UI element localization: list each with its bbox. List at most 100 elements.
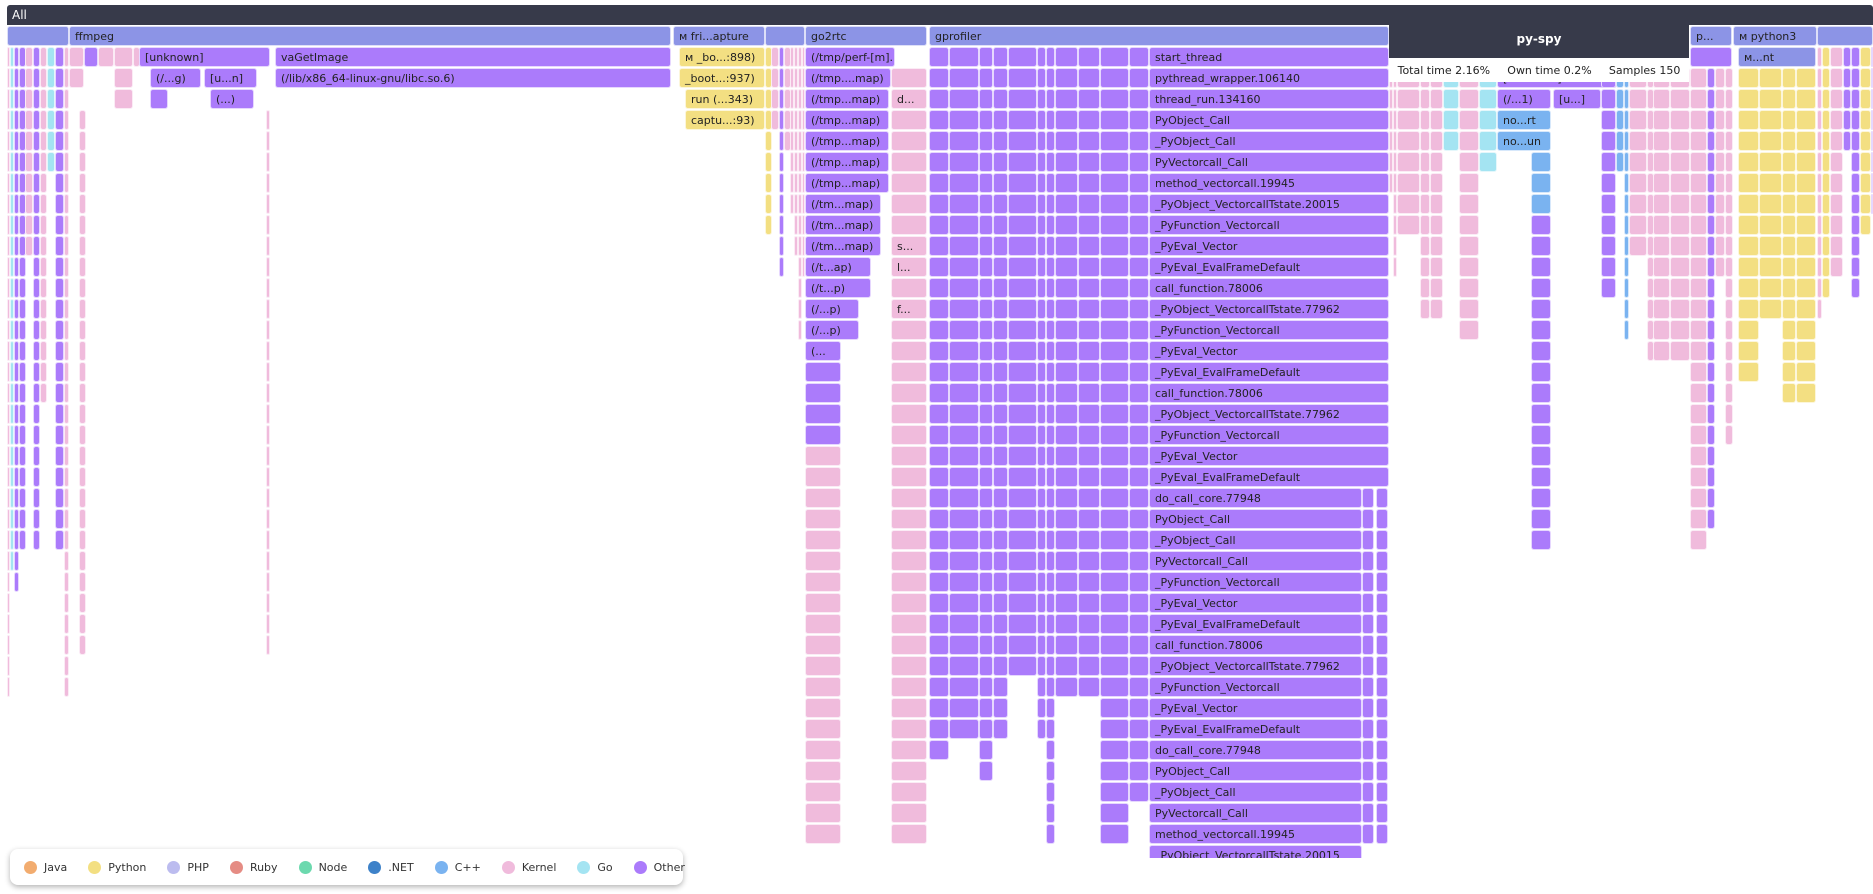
- flame-frame[interactable]: [1725, 320, 1733, 340]
- flame-frame[interactable]: [7, 635, 10, 655]
- flame-frame[interactable]: [993, 173, 1008, 193]
- flame-frame[interactable]: [1851, 215, 1860, 235]
- flame-frame[interactable]: [1046, 446, 1055, 466]
- flame-frame[interactable]: [949, 194, 979, 214]
- flame-frame[interactable]: [1055, 677, 1078, 697]
- flame-frame[interactable]: [1046, 404, 1055, 424]
- flame-frame[interactable]: [1759, 278, 1782, 298]
- flame-frame[interactable]: [1479, 131, 1497, 151]
- flame-frame[interactable]: [805, 761, 841, 781]
- flame-frame[interactable]: [979, 656, 993, 676]
- flame-frame[interactable]: [1046, 194, 1055, 214]
- flame-frame[interactable]: [1851, 110, 1860, 130]
- flame-frame[interactable]: [979, 446, 993, 466]
- flame-frame[interactable]: [1055, 383, 1078, 403]
- flame-frame[interactable]: [40, 152, 47, 172]
- flame-frame[interactable]: [891, 404, 927, 424]
- flame-frame[interactable]: [19, 341, 26, 361]
- flame-frame[interactable]: [1851, 194, 1860, 214]
- flame-frame[interactable]: [949, 698, 979, 718]
- flame-frame[interactable]: [1129, 278, 1149, 298]
- frame-go2rtc-stack[interactable]: (/tm...map): [805, 215, 881, 235]
- flame-frame[interactable]: [1830, 47, 1843, 67]
- flame-frame[interactable]: [1037, 404, 1046, 424]
- flame-frame[interactable]: [33, 299, 40, 319]
- frame-gprofiler-stack[interactable]: PyVectorcall_Call: [1149, 803, 1362, 823]
- flame-frame[interactable]: [1531, 425, 1551, 445]
- flame-frame[interactable]: [1860, 194, 1871, 214]
- flame-frame[interactable]: [1443, 110, 1459, 130]
- frame-gprofiler-stack[interactable]: _PyObject_VectorcallTstate.77962: [1149, 299, 1389, 319]
- flame-frame[interactable]: [1601, 173, 1616, 193]
- flame-frame[interactable]: [1851, 257, 1860, 277]
- flame-frame[interactable]: [7, 593, 10, 613]
- flame-frame[interactable]: [1459, 215, 1479, 235]
- flame-frame[interactable]: [1037, 488, 1046, 508]
- flame-frame[interactable]: [1100, 740, 1129, 760]
- flame-frame[interactable]: [79, 236, 86, 256]
- flame-frame[interactable]: [1078, 47, 1100, 67]
- flame-frame[interactable]: [1860, 89, 1871, 109]
- flame-frame[interactable]: [1653, 215, 1670, 235]
- frame-gprofiler-stack[interactable]: _PyObject_VectorcallTstate.20015: [1149, 845, 1362, 858]
- flame-frame[interactable]: [805, 593, 841, 613]
- flame-frame[interactable]: [1078, 215, 1100, 235]
- frame-gprofiler-stack[interactable]: _PyFunction_Vectorcall: [1149, 425, 1389, 445]
- flame-frame[interactable]: [1008, 215, 1037, 235]
- flame-frame[interactable]: [1624, 278, 1629, 298]
- flame-frame[interactable]: [55, 236, 64, 256]
- flame-frame[interactable]: [1830, 89, 1843, 109]
- flame-frame[interactable]: [979, 110, 993, 130]
- flame-frame[interactable]: [1653, 299, 1670, 319]
- flame-frame[interactable]: [1725, 152, 1733, 172]
- flame-frame[interactable]: [979, 152, 993, 172]
- flame-frame[interactable]: [55, 320, 64, 340]
- flame-frame[interactable]: [891, 572, 927, 592]
- flame-frame[interactable]: [19, 257, 26, 277]
- flame-frame[interactable]: [805, 698, 841, 718]
- flame-frame[interactable]: [1008, 404, 1037, 424]
- flame-frame[interactable]: [1715, 236, 1725, 256]
- flame-frame[interactable]: [1759, 152, 1782, 172]
- flame-frame[interactable]: [805, 719, 841, 739]
- flame-frame[interactable]: [1707, 152, 1715, 172]
- flame-frame[interactable]: [771, 68, 779, 88]
- frame-gprofiler-stack[interactable]: PyVectorcall_Call: [1149, 152, 1389, 172]
- frame-process-p[interactable]: p...: [1690, 26, 1732, 46]
- flame-frame[interactable]: [1420, 236, 1430, 256]
- flame-frame[interactable]: [55, 362, 64, 382]
- flame-frame[interactable]: [1531, 320, 1551, 340]
- flame-frame[interactable]: [1008, 173, 1037, 193]
- flame-frame[interactable]: [1670, 257, 1690, 277]
- flame-frame[interactable]: [1129, 740, 1149, 760]
- flame-frame[interactable]: [1707, 131, 1715, 151]
- flame-frame[interactable]: [979, 236, 993, 256]
- flame-frame[interactable]: [1690, 530, 1707, 550]
- flame-frame[interactable]: [949, 467, 979, 487]
- flame-frame[interactable]: [1078, 467, 1100, 487]
- flame-frame[interactable]: [64, 152, 69, 172]
- flame-frame[interactable]: [1055, 509, 1078, 529]
- flame-frame[interactable]: [1393, 236, 1397, 256]
- flame-frame[interactable]: [1430, 152, 1443, 172]
- flame-frame[interactable]: [1653, 236, 1670, 256]
- flame-frame[interactable]: [779, 152, 784, 172]
- flame-frame[interactable]: [1100, 593, 1129, 613]
- frame-gprofiler-stack[interactable]: thread_run.134160: [1149, 89, 1389, 109]
- flame-frame[interactable]: [1046, 551, 1055, 571]
- flame-frame[interactable]: [1430, 278, 1443, 298]
- flame-frame[interactable]: [1100, 635, 1129, 655]
- flame-frame[interactable]: [1008, 656, 1037, 676]
- flame-frame[interactable]: [1046, 635, 1055, 655]
- flame-frame[interactable]: [1707, 236, 1715, 256]
- flame-frame[interactable]: [1616, 110, 1624, 130]
- flame-frame[interactable]: [1420, 299, 1430, 319]
- flame-frame[interactable]: [40, 47, 47, 67]
- flame-frame[interactable]: [1376, 614, 1388, 634]
- flame-frame[interactable]: [64, 215, 69, 235]
- flame-frame[interactable]: [929, 635, 949, 655]
- flame-frame[interactable]: [1725, 89, 1733, 109]
- flame-frame[interactable]: [1830, 131, 1843, 151]
- flame-frame[interactable]: [40, 257, 47, 277]
- flame-frame[interactable]: [1851, 236, 1860, 256]
